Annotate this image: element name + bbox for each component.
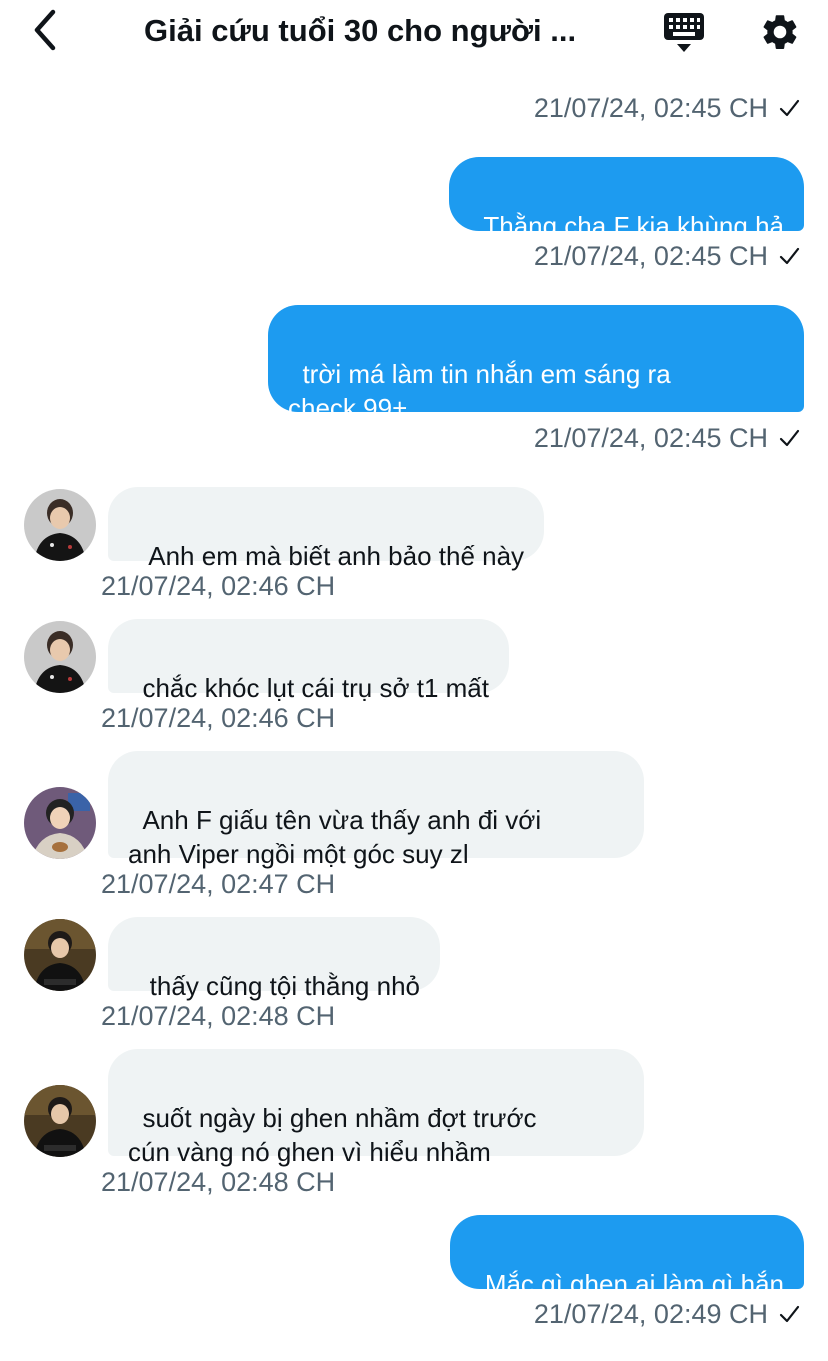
message-text: thấy cũng tội thằng nhỏ: [142, 971, 420, 1001]
message-text: Mắc gì ghen ai làm gì hắn: [484, 1269, 784, 1299]
outgoing-message-bubble[interactable]: trời má làm tin nhắn em sáng ra check 99…: [268, 305, 804, 423]
message-timestamp: 21/07/24, 02:45 CH: [534, 422, 800, 454]
message-timestamp: 21/07/24, 02:46 CH: [101, 703, 336, 733]
message-text: chắc khóc lụt cái trụ sở t1 mất: [142, 673, 489, 703]
timestamp-text: 21/07/24, 02:49 CH: [533, 1299, 768, 1329]
message-timestamp: 21/07/24, 02:46 CH: [101, 571, 336, 601]
back-button[interactable]: [22, 8, 66, 52]
message-text: Anh F giấu tên vừa thấy anh đi với anh V…: [128, 805, 542, 869]
incoming-message-bubble[interactable]: chắc khóc lụt cái trụ sở t1 mất: [108, 619, 509, 703]
gear-icon: [763, 15, 797, 49]
message-timestamp: 21/07/24, 02:45 CH: [534, 240, 800, 272]
message-timestamp: 21/07/24, 02:48 CH: [101, 1167, 336, 1197]
avatar[interactable]: [24, 1085, 96, 1157]
keyboard-button[interactable]: [660, 8, 708, 56]
chevron-left-icon: [34, 9, 56, 51]
message-text: Thằng cha F kia khùng hả: [483, 211, 784, 241]
message-text: trời má làm tin nhắn em sáng ra check 99…: [288, 359, 671, 423]
avatar[interactable]: [24, 621, 96, 693]
timestamp-text: 21/07/24, 02:45 CH: [533, 241, 768, 271]
keyboard-icon: [664, 13, 704, 52]
incoming-message-bubble[interactable]: thấy cũng tội thằng nhỏ: [108, 917, 440, 1001]
avatar[interactable]: [24, 489, 96, 561]
conversation-title[interactable]: Giải cứu tuổi 30 cho người ...: [144, 12, 614, 50]
avatar[interactable]: [24, 919, 96, 991]
check-icon: [779, 247, 800, 265]
outgoing-message-bubble[interactable]: Mắc gì ghen ai làm gì hắn: [450, 1215, 804, 1299]
message-timestamp: 21/07/24, 02:45 CH: [534, 92, 800, 124]
incoming-message-bubble[interactable]: suốt ngày bị ghen nhầm đợt trước cún vàn…: [108, 1049, 644, 1167]
outgoing-message-bubble[interactable]: Thằng cha F kia khùng hả: [448, 157, 804, 241]
check-icon: [779, 99, 800, 117]
avatar[interactable]: [24, 787, 96, 859]
message-timestamp: 21/07/24, 02:49 CH: [534, 1298, 800, 1330]
message-timestamp: 21/07/24, 02:48 CH: [101, 1001, 336, 1031]
settings-button[interactable]: [756, 8, 804, 56]
timestamp-text: 21/07/24, 02:45 CH: [533, 423, 768, 453]
timestamp-text: 21/07/24, 02:45 CH: [533, 93, 768, 123]
incoming-message-bubble[interactable]: Anh F giấu tên vừa thấy anh đi với anh V…: [108, 751, 644, 869]
check-icon: [779, 1305, 800, 1323]
incoming-message-bubble[interactable]: Anh em mà biết anh bảo thế này: [108, 487, 545, 571]
message-text: Anh em mà biết anh bảo thế này: [142, 541, 525, 571]
message-timestamp: 21/07/24, 02:47 CH: [101, 869, 336, 899]
check-icon: [779, 429, 800, 447]
conversation-header: Giải cứu tuổi 30 cho người ...: [0, 0, 828, 66]
message-text: suốt ngày bị ghen nhầm đợt trước cún vàn…: [128, 1103, 537, 1167]
